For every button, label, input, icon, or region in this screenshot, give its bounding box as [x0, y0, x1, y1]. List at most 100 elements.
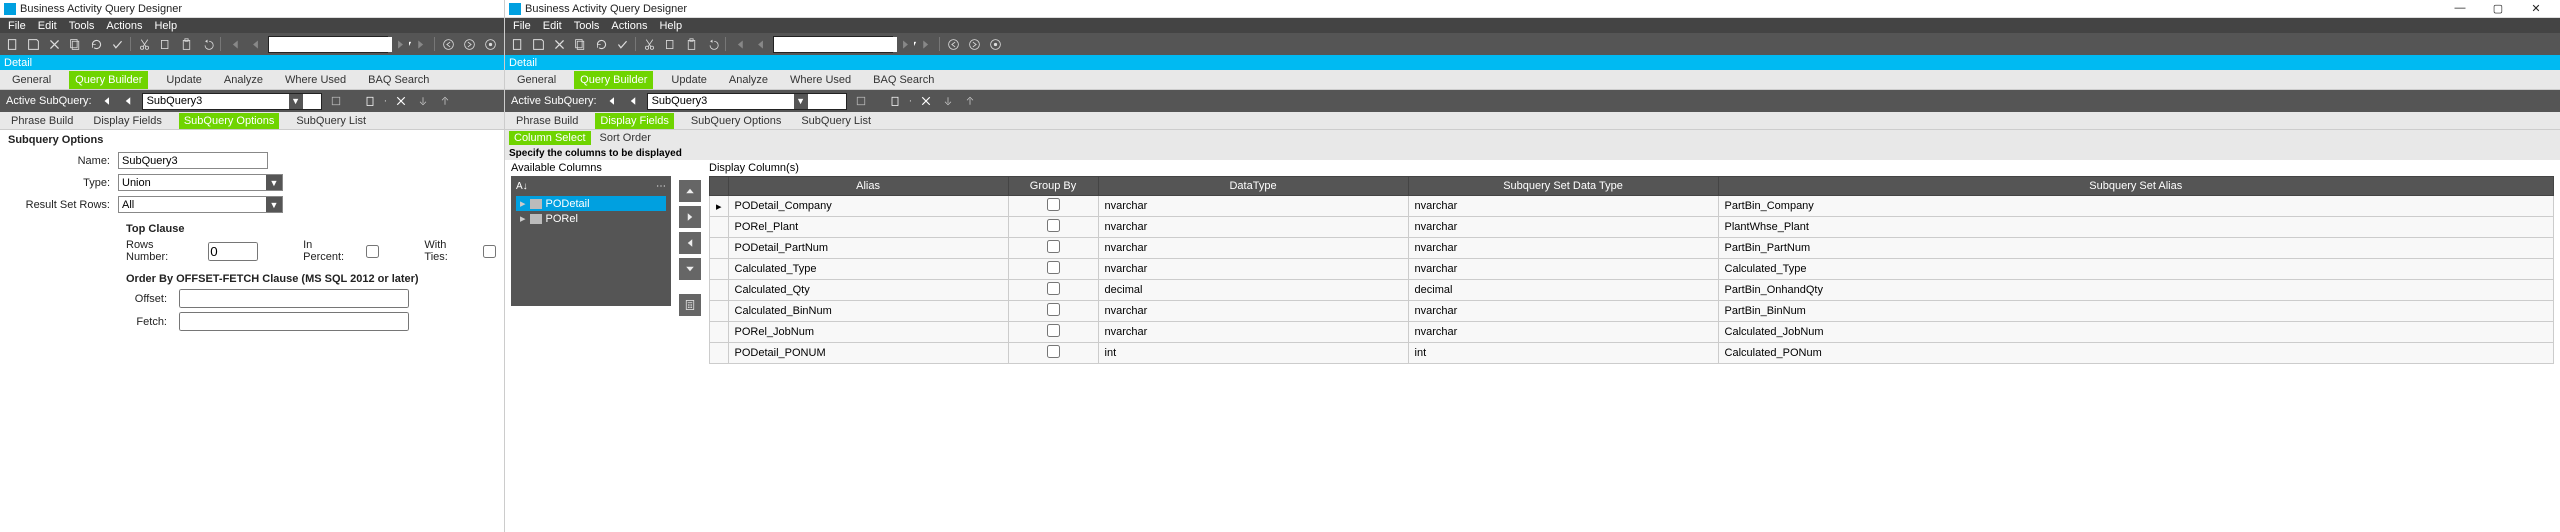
menu-help[interactable]: Help [657, 20, 684, 32]
tree-node[interactable]: ▸PORel [516, 211, 666, 226]
move-down-button[interactable] [679, 258, 701, 280]
subquery-up-button[interactable] [962, 93, 978, 109]
col-datatype[interactable]: DataType [1098, 177, 1408, 196]
copy-icon[interactable] [572, 36, 589, 53]
groupby-checkbox[interactable] [1047, 282, 1060, 295]
groupby-checkbox[interactable] [1047, 261, 1060, 274]
groupby-checkbox[interactable] [1047, 219, 1060, 232]
nav-first-icon[interactable] [731, 36, 748, 53]
move-up-button[interactable] [679, 180, 701, 202]
paste-icon[interactable] [683, 36, 700, 53]
calculator-button[interactable] [679, 294, 701, 316]
home-icon[interactable] [482, 36, 499, 53]
cell-subq-alias[interactable]: Calculated_PONum [1718, 343, 2553, 364]
nav-combo[interactable]: ▼ [773, 36, 893, 53]
subquery-down-button[interactable] [415, 93, 431, 109]
chevron-down-icon[interactable]: ▼ [794, 94, 808, 109]
cell-subq-alias[interactable]: PartBin_OnhandQty [1718, 280, 2553, 301]
nav-last-icon[interactable] [918, 36, 935, 53]
cell-groupby[interactable] [1008, 280, 1098, 301]
refresh-icon[interactable] [88, 36, 105, 53]
cell-groupby[interactable] [1008, 217, 1098, 238]
col-subq-alias[interactable]: Subquery Set Alias [1718, 177, 2553, 196]
tab-analyze[interactable]: Analyze [220, 72, 267, 88]
cell-subq-alias[interactable]: PartBin_PartNum [1718, 238, 2553, 259]
tab-sort-order[interactable]: Sort Order [597, 131, 654, 145]
menu-tools[interactable]: Tools [67, 20, 97, 32]
groupby-checkbox[interactable] [1047, 345, 1060, 358]
cell-datatype[interactable]: decimal [1098, 280, 1408, 301]
maximize-button[interactable]: ▢ [2488, 2, 2508, 15]
minimize-button[interactable]: — [2450, 2, 2470, 15]
type-combo-input[interactable] [119, 175, 266, 190]
cell-groupby[interactable] [1008, 238, 1098, 259]
tab-query-builder[interactable]: Query Builder [574, 71, 653, 89]
subquery-up-button[interactable] [437, 93, 453, 109]
save-icon[interactable] [530, 36, 547, 53]
cell-subq-datatype[interactable]: decimal [1408, 280, 1718, 301]
cell-alias[interactable]: Calculated_Qty [728, 280, 1008, 301]
subquery-combo-input[interactable] [143, 94, 289, 109]
cell-alias[interactable]: PORel_Plant [728, 217, 1008, 238]
save-icon[interactable] [25, 36, 42, 53]
menu-actions[interactable]: Actions [104, 20, 144, 32]
tab-query-builder[interactable]: Query Builder [69, 71, 148, 89]
check-icon[interactable] [614, 36, 631, 53]
tab-subquery-options[interactable]: SubQuery Options [179, 113, 280, 129]
nav-next-icon[interactable] [897, 36, 914, 53]
delete-icon[interactable] [46, 36, 63, 53]
menu-file[interactable]: File [6, 20, 28, 32]
groupby-checkbox[interactable] [1047, 198, 1060, 211]
nav-combo[interactable]: ▼ [268, 36, 388, 53]
subquery-first-button[interactable] [98, 93, 114, 109]
menu-tools[interactable]: Tools [572, 20, 602, 32]
cell-alias[interactable]: PODetail_PartNum [728, 238, 1008, 259]
copy2-icon[interactable] [662, 36, 679, 53]
cut-icon[interactable] [641, 36, 658, 53]
move-right-button[interactable] [679, 206, 701, 228]
cell-subq-datatype[interactable]: int [1408, 343, 1718, 364]
cell-datatype[interactable]: nvarchar [1098, 301, 1408, 322]
cell-alias[interactable]: PODetail_PONUM [728, 343, 1008, 364]
paste-icon[interactable] [178, 36, 195, 53]
subquery-delete-button[interactable] [918, 93, 934, 109]
subquery-combo[interactable]: ▼ [647, 93, 847, 110]
nav-prev-icon[interactable] [247, 36, 264, 53]
table-row[interactable]: ▸PODetail_CompanynvarcharnvarcharPartBin… [710, 196, 2554, 217]
subquery-first-button[interactable] [603, 93, 619, 109]
tree-node[interactable]: ▸PODetail [516, 196, 666, 211]
subquery-combo-input[interactable] [648, 94, 794, 109]
menu-file[interactable]: File [511, 20, 533, 32]
nav-prev-icon[interactable] [752, 36, 769, 53]
tab-subquery-options[interactable]: SubQuery Options [688, 114, 785, 128]
table-row[interactable]: Calculated_TypenvarcharnvarcharCalculate… [710, 259, 2554, 280]
subquery-prev-button[interactable] [625, 93, 641, 109]
nav-first-icon[interactable] [226, 36, 243, 53]
close-button[interactable]: ✕ [2526, 2, 2546, 15]
new-icon[interactable] [509, 36, 526, 53]
tab-display-fields[interactable]: Display Fields [595, 113, 673, 129]
cell-datatype[interactable]: nvarchar [1098, 259, 1408, 280]
delete-icon[interactable] [551, 36, 568, 53]
menu-edit[interactable]: Edit [541, 20, 564, 32]
copy2-icon[interactable] [157, 36, 174, 53]
cell-datatype[interactable]: nvarchar [1098, 238, 1408, 259]
col-alias[interactable]: Alias [728, 177, 1008, 196]
cell-datatype[interactable]: nvarchar [1098, 217, 1408, 238]
name-input[interactable] [118, 152, 268, 169]
subquery-view-button[interactable] [853, 93, 869, 109]
copy-icon[interactable] [67, 36, 84, 53]
cell-groupby[interactable] [1008, 343, 1098, 364]
nav-next-icon[interactable] [392, 36, 409, 53]
groupby-checkbox[interactable] [1047, 303, 1060, 316]
undo-icon[interactable] [704, 36, 721, 53]
tab-analyze[interactable]: Analyze [725, 72, 772, 88]
sort-asc-icon[interactable]: A↓ [516, 181, 528, 192]
in-percent-checkbox[interactable] [366, 245, 379, 258]
fetch-input[interactable] [179, 312, 409, 331]
tab-where-used[interactable]: Where Used [786, 72, 855, 88]
cell-subq-alias[interactable]: PlantWhse_Plant [1718, 217, 2553, 238]
cell-subq-datatype[interactable]: nvarchar [1408, 301, 1718, 322]
table-row[interactable]: PODetail_PONUMintintCalculated_PONum [710, 343, 2554, 364]
subquery-delete-button[interactable] [393, 93, 409, 109]
